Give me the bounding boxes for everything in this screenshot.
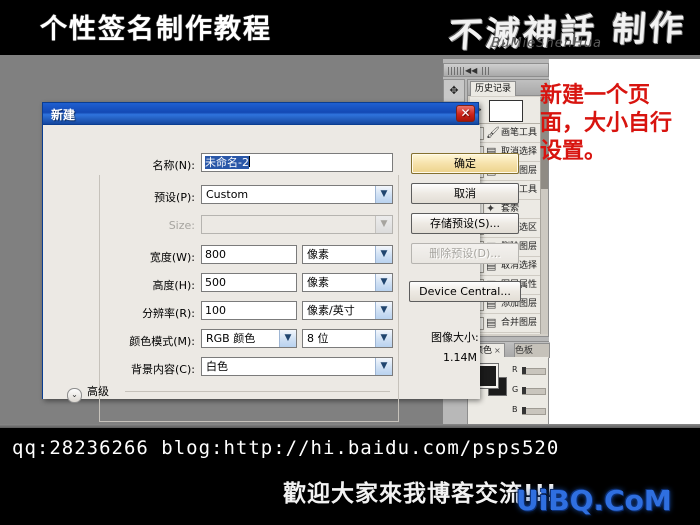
- save-preset-button[interactable]: 存储预设(S)...: [411, 213, 519, 234]
- image-size-label: 图像大小:: [431, 331, 479, 344]
- dialog-titlebar[interactable]: 新建 ✕: [43, 103, 478, 125]
- width-unit-select[interactable]: 像素 ▼: [302, 245, 393, 264]
- bitdepth-select[interactable]: 8 位 ▼: [302, 329, 393, 348]
- bitdepth-value: 8 位: [307, 332, 329, 345]
- logo-sub-text: BuMieShenHua: [491, 36, 602, 51]
- text-caret: [248, 156, 250, 167]
- background-label: 背景内容(C):: [131, 363, 195, 376]
- dialog-title: 新建: [51, 108, 76, 122]
- red-annotation: 新建一个页面，大小自行设置。: [540, 83, 673, 164]
- layer-icon: ▤: [486, 316, 497, 329]
- size-select: ▼: [201, 215, 393, 234]
- chevron-down-icon: ▼: [375, 216, 392, 233]
- new-document-dialog: 新建 ✕ 名称(N): 未命名-2 预设(P): Custom ▼ Size: …: [42, 102, 521, 422]
- cancel-button[interactable]: 取消: [411, 183, 519, 204]
- tab-swatches[interactable]: 色板: [514, 343, 550, 358]
- channel-knob-b[interactable]: [522, 407, 526, 414]
- chevron-down-icon[interactable]: ▼: [375, 330, 392, 347]
- chevron-down-icon[interactable]: ▼: [375, 246, 392, 263]
- height-input[interactable]: 500: [201, 273, 297, 292]
- name-input-value: 未命名-2: [205, 156, 249, 169]
- chevron-down-icon[interactable]: ▼: [375, 358, 392, 375]
- snapshot-thumbnail: [489, 100, 523, 122]
- contact-line: qq:28236266 blog:http://hi.baidu.com/psp…: [12, 437, 560, 459]
- settings-group: [99, 175, 399, 422]
- close-icon[interactable]: ✕: [456, 105, 475, 122]
- panel-grip-icon-3: [482, 67, 489, 75]
- color-panel-body: R G B: [468, 357, 548, 428]
- resolution-label: 分辨率(R):: [142, 307, 195, 320]
- advanced-label: 高级: [87, 385, 109, 398]
- footer-banner: qq:28236266 blog:http://hi.baidu.com/psp…: [0, 428, 700, 525]
- site-watermark: UiBQ.CoM: [516, 484, 672, 517]
- history-snapshot-row[interactable]: ✑: [470, 97, 548, 124]
- width-unit-value: 像素: [307, 248, 329, 261]
- dialog-body: 名称(N): 未命名-2 预设(P): Custom ▼ Size: ▼ 宽度(…: [43, 125, 521, 422]
- width-label: 宽度(W):: [149, 251, 195, 264]
- preset-value: Custom: [206, 188, 249, 201]
- chevron-down-icon: ⌄: [67, 388, 82, 403]
- image-size-value: 1.14M: [443, 351, 477, 364]
- name-label: 名称(N):: [152, 159, 195, 172]
- history-list-item[interactable]: 🖌画笔工具: [470, 124, 548, 143]
- preset-select[interactable]: Custom ▼: [201, 185, 393, 204]
- height-unit-select[interactable]: 像素 ▼: [302, 273, 393, 292]
- channel-knob-r[interactable]: [522, 367, 526, 374]
- colormode-select[interactable]: RGB 颜色 ▼: [201, 329, 297, 348]
- delete-preset-button: 删除预设(D)...: [411, 243, 519, 264]
- resolution-input[interactable]: 100: [201, 301, 297, 320]
- brush-icon: 🖌: [486, 126, 500, 139]
- chevron-down-icon[interactable]: ▼: [375, 186, 392, 203]
- panel-collapse-bar[interactable]: ◀◀: [443, 63, 549, 77]
- channel-knob-g[interactable]: [522, 387, 526, 394]
- chevron-down-icon[interactable]: ▼: [279, 330, 296, 347]
- resolution-unit-value: 像素/英寸: [307, 304, 355, 317]
- background-value: 白色: [206, 360, 228, 373]
- colormode-label: 颜色模式(M):: [129, 335, 195, 348]
- close-icon[interactable]: ×: [494, 346, 501, 355]
- name-input[interactable]: 未命名-2: [201, 153, 393, 172]
- color-tabbar: 颜色 × 色板: [468, 342, 550, 358]
- preset-label: 预设(P):: [154, 191, 195, 204]
- height-unit-value: 像素: [307, 276, 329, 289]
- device-central-button[interactable]: Device Central...: [409, 281, 521, 302]
- history-tabbar: 历史记录: [468, 80, 550, 96]
- move-icon[interactable]: ✥: [444, 80, 464, 102]
- colormode-value: RGB 颜色: [206, 332, 256, 345]
- panel-grip-icon-2: [457, 67, 464, 75]
- background-select[interactable]: 白色 ▼: [201, 357, 393, 376]
- width-input[interactable]: 800: [201, 245, 297, 264]
- size-label: Size:: [168, 219, 195, 232]
- channel-label-b: B: [512, 405, 518, 414]
- panel-grip-icon: [448, 67, 455, 75]
- advanced-toggle[interactable]: ⌄ 高级: [67, 383, 109, 403]
- chevron-double-left-icon[interactable]: ◀◀: [465, 67, 477, 75]
- chevron-down-icon[interactable]: ▼: [375, 302, 392, 319]
- history-list-item[interactable]: ▤ 合并图层: [470, 314, 548, 333]
- ok-button[interactable]: 确定: [411, 153, 519, 174]
- channel-label-r: R: [512, 365, 518, 374]
- brand-logo: 不滅神話 制作 BuMieShenHua: [439, 0, 694, 58]
- resolution-unit-select[interactable]: 像素/英寸 ▼: [302, 301, 393, 320]
- advanced-divider: [125, 391, 390, 392]
- page-title: 个性签名制作教程: [40, 14, 272, 45]
- screenshot-root: 个性签名制作教程 不滅神話 制作 BuMieShenHua ◀◀ ✥ ▭ ✦ ✱…: [0, 0, 700, 525]
- chevron-down-icon[interactable]: ▼: [375, 274, 392, 291]
- channel-label-g: G: [512, 385, 519, 394]
- top-banner: 个性签名制作教程 不滅神話 制作 BuMieShenHua: [0, 0, 700, 58]
- height-label: 高度(H):: [152, 279, 195, 292]
- tab-history[interactable]: 历史记录: [470, 81, 517, 96]
